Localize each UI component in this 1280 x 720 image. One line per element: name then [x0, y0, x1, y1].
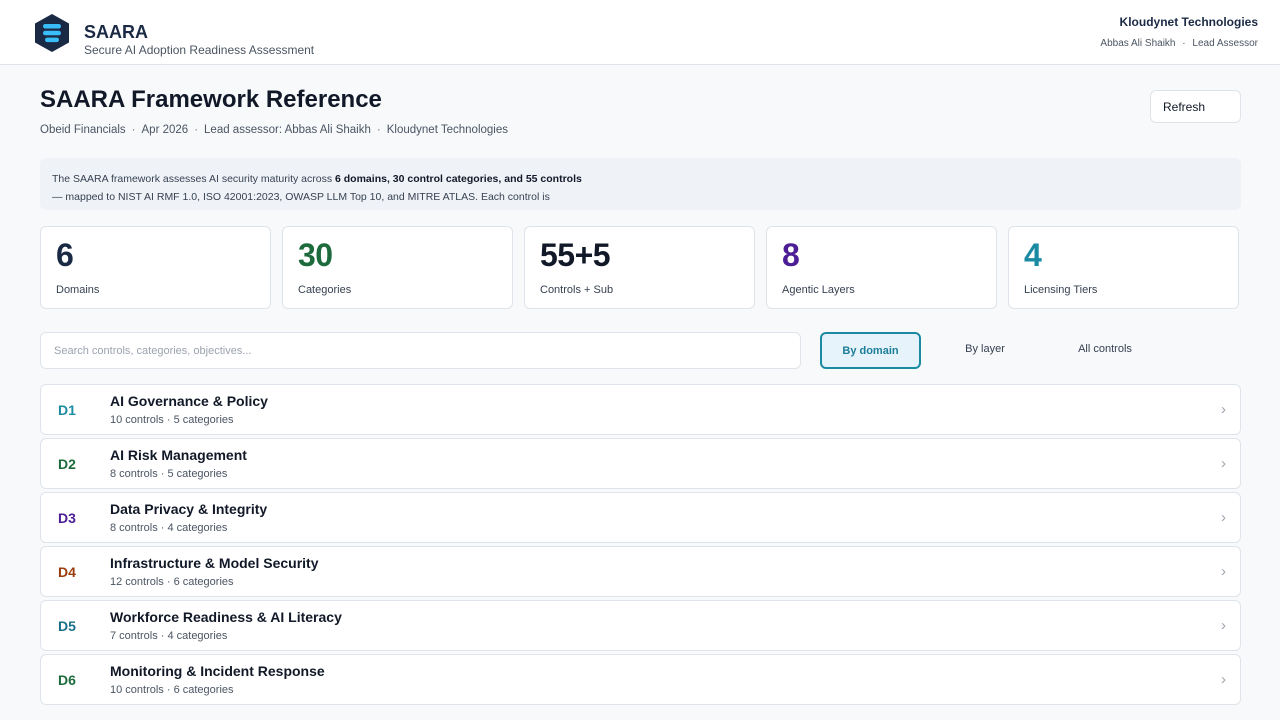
domain-code: D4 — [58, 564, 76, 580]
domain-meta: 10 controls · 6 categories — [110, 684, 234, 696]
domain-code: D1 — [58, 402, 76, 418]
tab-by-domain[interactable]: By domain — [820, 332, 921, 369]
chevron-right-icon[interactable]: › — [1221, 509, 1226, 526]
chevron-right-icon[interactable]: › — [1221, 563, 1226, 580]
tab-all-controls[interactable]: All controls — [1055, 332, 1155, 369]
domain-meta: 7 controls · 4 categories — [110, 630, 228, 642]
meta-assessor: Lead assessor: Abbas Ali Shaikh — [204, 124, 371, 136]
domain-row-d4[interactable]: D4 Infrastructure & Model Security 12 co… — [40, 546, 1241, 597]
meta-separator: · — [376, 124, 381, 136]
domain-name: AI Governance & Policy — [110, 393, 268, 409]
stat-value: 6 — [56, 237, 74, 273]
refresh-button[interactable]: Refresh — [1150, 90, 1241, 123]
page-title: SAARA Framework Reference — [40, 86, 382, 113]
chevron-right-icon[interactable]: › — [1221, 671, 1226, 688]
intro-text-end: — mapped to NIST AI RMF 1.0, ISO 42001:2… — [52, 191, 550, 203]
framework-intro: The SAARA framework assesses AI security… — [40, 158, 1241, 210]
chevron-right-icon[interactable]: › — [1221, 401, 1226, 418]
domain-row-d5[interactable]: D5 Workforce Readiness & AI Literacy 7 c… — [40, 600, 1241, 651]
chevron-right-icon[interactable]: › — [1221, 617, 1226, 634]
meta-client: Obeid Financials — [40, 124, 126, 136]
domain-code: D5 — [58, 618, 76, 634]
meta-separator: · — [131, 124, 136, 136]
stat-value: 8 — [782, 237, 800, 273]
domain-row-d3[interactable]: D3 Data Privacy & Integrity 8 controls ·… — [40, 492, 1241, 543]
stat-label: Domains — [56, 284, 100, 296]
stat-card-domains: 6 Domains — [40, 226, 271, 309]
intro-text-highlight: 6 domains, 30 control categories, and 55… — [335, 173, 582, 185]
stat-value: 55+5 — [540, 237, 611, 273]
domain-meta: 8 controls · 4 categories — [110, 522, 228, 534]
domain-meta: 12 controls · 6 categories — [110, 576, 234, 588]
intro-text-start: The SAARA framework assesses AI security… — [52, 173, 336, 185]
stat-card-categories: 30 Categories — [282, 226, 513, 309]
user-separator: · — [1182, 38, 1186, 49]
organization-name: Kloudynet Technologies — [1119, 15, 1258, 29]
brand-title: SAARA — [84, 22, 149, 42]
meta-separator: · — [194, 124, 199, 136]
domain-code: D6 — [58, 672, 76, 688]
domain-code: D2 — [58, 456, 76, 472]
stat-card-agentic-layers: 8 Agentic Layers — [766, 226, 997, 309]
domain-name: Monitoring & Incident Response — [110, 663, 325, 679]
user-role: Lead Assessor — [1192, 38, 1258, 49]
domain-meta: 10 controls · 5 categories — [110, 414, 234, 426]
stat-label: Categories — [298, 284, 352, 296]
domain-name: AI Risk Management — [110, 447, 247, 463]
search-input[interactable] — [40, 332, 801, 369]
user-name: Abbas Ali Shaikh — [1100, 38, 1176, 49]
domain-name: Data Privacy & Integrity — [110, 501, 268, 517]
tab-by-layer[interactable]: By layer — [935, 332, 1035, 369]
domain-code: D3 — [58, 510, 76, 526]
meta-date: Apr 2026 — [141, 124, 189, 136]
domain-name: Workforce Readiness & AI Literacy — [110, 609, 342, 625]
domain-meta: 8 controls · 5 categories — [110, 468, 228, 480]
brand-subtitle: Secure AI Adoption Readiness Assessment — [84, 43, 315, 57]
domain-name: Infrastructure & Model Security — [110, 555, 319, 571]
stat-value: 30 — [298, 237, 333, 273]
stat-card-licensing-tiers: 4 Licensing Tiers — [1008, 226, 1239, 309]
page-meta: Obeid Financials · Apr 2026 · Lead assessor:… — [40, 124, 508, 136]
top-bar: SAARA Secure AI Adoption Readiness Asses… — [0, 0, 1280, 65]
stat-label: Agentic Layers — [782, 284, 855, 296]
domain-row-d6[interactable]: D6 Monitoring & Incident Response 10 con… — [40, 654, 1241, 705]
stat-value: 4 — [1024, 237, 1042, 273]
stat-label: Licensing Tiers — [1024, 284, 1098, 296]
domain-row-d1[interactable]: D1 AI Governance & Policy 10 controls · … — [40, 384, 1241, 435]
stacked-layers-hexagon-icon[interactable] — [34, 13, 70, 53]
current-user: Abbas Ali Shaikh · Lead Assessor — [1100, 38, 1258, 49]
stat-card-controls: 55+5 Controls + Sub — [524, 226, 755, 309]
stat-label: Controls + Sub — [540, 284, 614, 296]
meta-firm: Kloudynet Technologies — [386, 124, 509, 136]
domain-row-d2[interactable]: D2 AI Risk Management 8 controls · 5 cat… — [40, 438, 1241, 489]
chevron-right-icon[interactable]: › — [1221, 455, 1226, 472]
